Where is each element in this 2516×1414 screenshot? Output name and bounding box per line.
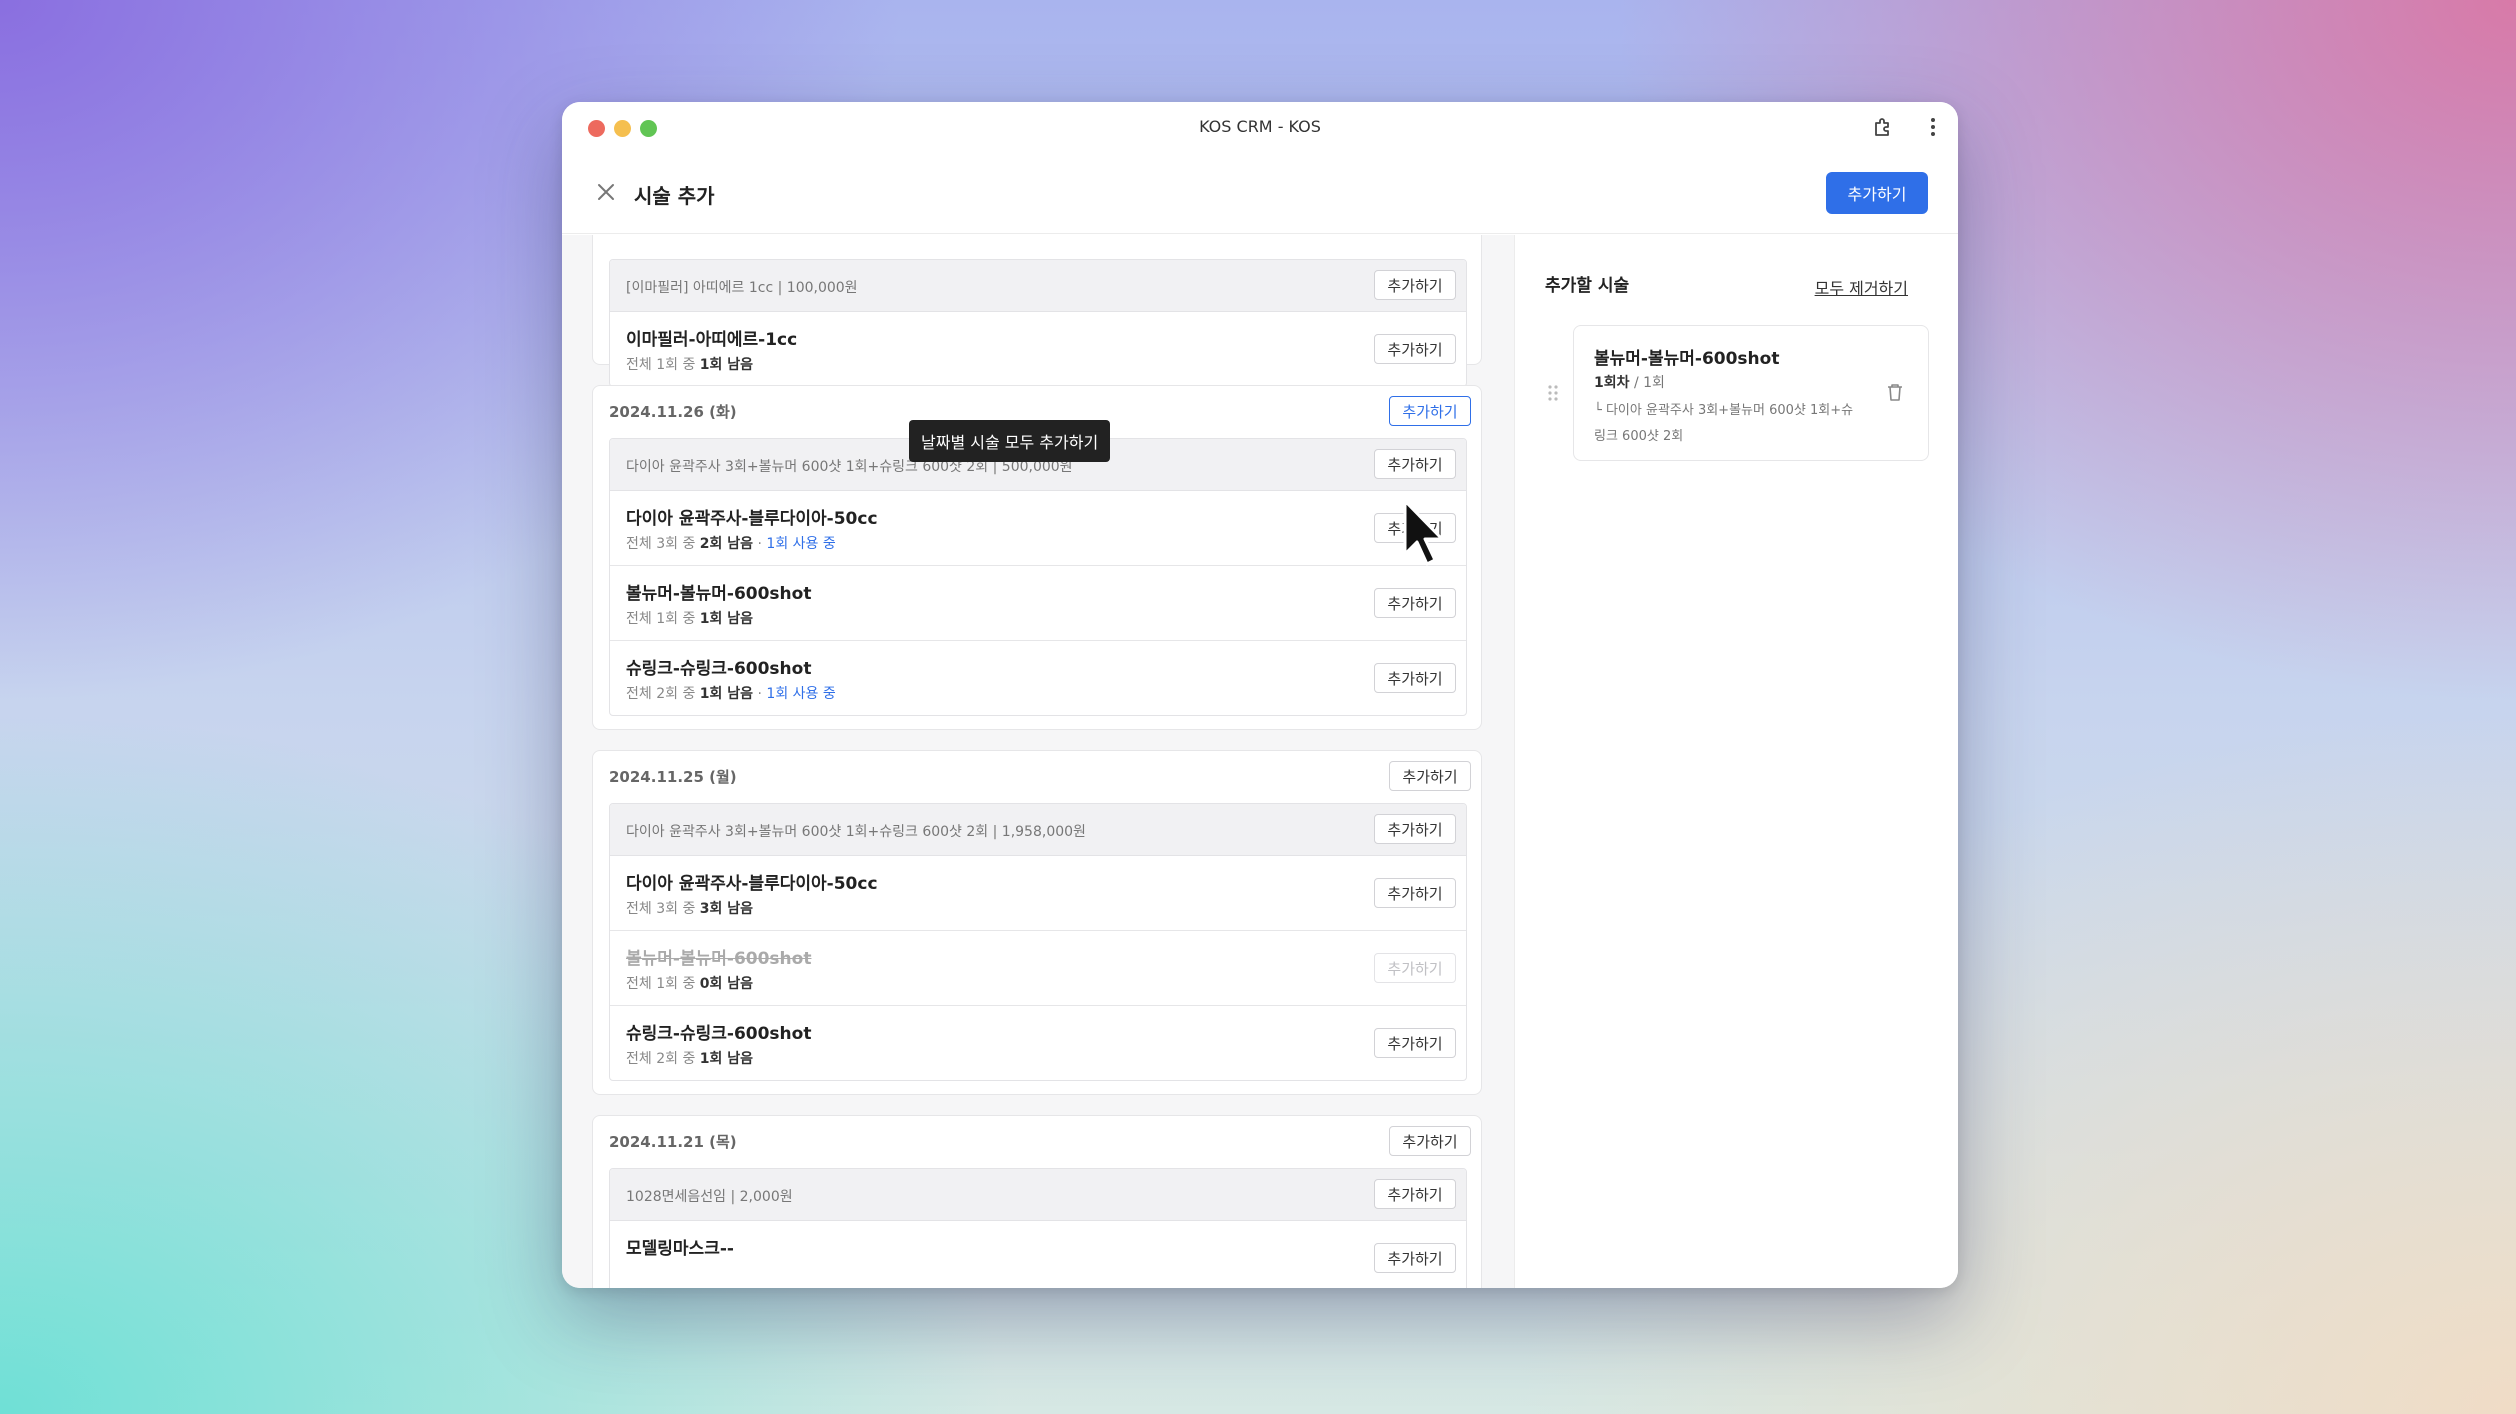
- add-package-button[interactable]: 추가하기: [1374, 1179, 1456, 1209]
- list-item-exhausted: 볼뉴머-볼뉴머-600shot 전체 1회 중 0회 남음 추가하기: [610, 931, 1466, 1006]
- date-label: 2024.11.26 (화): [609, 403, 737, 421]
- date-label: 2024.11.25 (월): [609, 768, 737, 786]
- list-item: 모델링마스크-- 추가하기: [610, 1221, 1466, 1288]
- package-group: 1028면세음선임 | 2,000원 추가하기 모델링마스크-- 추가하기: [609, 1168, 1467, 1288]
- item-name: 다이아 윤곽주사-블루다이아-50cc: [626, 509, 878, 529]
- add-item-button[interactable]: 추가하기: [1374, 663, 1456, 693]
- extension-icon[interactable]: [1870, 114, 1896, 140]
- add-item-button[interactable]: 추가하기: [1374, 878, 1456, 908]
- date-card: [이마필러] 아띠에르 1cc | 100,000원 추가하기 이마필러-아띠에…: [592, 235, 1482, 387]
- list-item: 다이아 윤곽주사-블루다이아-50cc 전체 3회 중 2회 남음 · 1회 사…: [610, 491, 1466, 566]
- package-group: [이마필러] 아띠에르 1cc | 100,000원 추가하기 이마필러-아띠에…: [609, 259, 1467, 387]
- date-card: 2024.11.25 (월) 추가하기 다이아 윤곽주사 3회+볼뉴머 600샷…: [592, 750, 1482, 1095]
- package-row: [이마필러] 아띠에르 1cc | 100,000원 추가하기: [610, 260, 1466, 312]
- item-count: 전체 1회 중 1회 남음: [626, 357, 754, 373]
- package-label: 1028면세음선임 | 2,000원: [626, 1189, 793, 1205]
- selected-procedure-name: 볼뉴머-볼뉴머-600shot: [1594, 349, 1780, 369]
- package-group: 다이아 윤곽주사 3회+볼뉴머 600샷 1회+슈링크 600샷 2회 | 50…: [609, 438, 1467, 716]
- item-count: 전체 3회 중 3회 남음: [626, 901, 754, 917]
- package-label: 다이아 윤곽주사 3회+볼뉴머 600샷 1회+슈링크 600샷 2회 | 1,…: [626, 824, 1086, 840]
- selected-procedure-card: 볼뉴머-볼뉴머-600shot 1회차 / 1회 └ 다이아 윤곽주사 3회+볼…: [1573, 325, 1929, 461]
- add-date-all-button[interactable]: 추가하기: [1389, 396, 1471, 426]
- add-item-button[interactable]: 추가하기: [1374, 1243, 1456, 1273]
- item-name: 다이아 윤곽주사-블루다이아-50cc: [626, 874, 878, 894]
- item-count: 전체 2회 중 1회 남음: [626, 1051, 754, 1067]
- add-date-all-button[interactable]: 추가하기: [1389, 761, 1471, 791]
- package-row: 다이아 윤곽주사 3회+볼뉴머 600샷 1회+슈링크 600샷 2회 | 1,…: [610, 804, 1466, 856]
- add-item-button-disabled: 추가하기: [1374, 953, 1456, 983]
- list-item: 슈링크-슈링크-600shot 전체 2회 중 1회 남음 추가하기: [610, 1006, 1466, 1080]
- add-package-button[interactable]: 추가하기: [1374, 449, 1456, 479]
- item-name: 볼뉴머-볼뉴머-600shot: [626, 584, 812, 604]
- list-item: 슈링크-슈링크-600shot 전체 2회 중 1회 남음 · 1회 사용 중 …: [610, 641, 1466, 715]
- add-date-all-button[interactable]: 추가하기: [1389, 1126, 1471, 1156]
- package-group: 다이아 윤곽주사 3회+볼뉴머 600샷 1회+슈링크 600샷 2회 | 1,…: [609, 803, 1467, 1081]
- list-item: 볼뉴머-볼뉴머-600shot 전체 1회 중 1회 남음 추가하기: [610, 566, 1466, 641]
- item-name: 모델링마스크--: [626, 1239, 734, 1259]
- add-procedures-button[interactable]: 추가하기: [1826, 172, 1928, 214]
- date-label: 2024.11.21 (목): [609, 1133, 737, 1151]
- add-item-button[interactable]: 추가하기: [1374, 334, 1456, 364]
- add-package-button[interactable]: 추가하기: [1374, 270, 1456, 300]
- item-name: 이마필러-아띠에르-1cc: [626, 330, 798, 350]
- item-count: 전체 2회 중 1회 남음 · 1회 사용 중: [626, 686, 836, 702]
- selected-package: └ 다이아 윤곽주사 3회+볼뉴머 600샷 1회+슈링크 600샷 2회: [1594, 403, 1854, 444]
- title-bar: KOS CRM - KOS: [562, 102, 1958, 154]
- package-label: [이마필러] 아띠에르 1cc | 100,000원: [626, 280, 858, 296]
- item-name: 볼뉴머-볼뉴머-600shot: [626, 949, 812, 969]
- selected-title: 추가할 시술: [1545, 276, 1630, 296]
- remove-all-link[interactable]: 모두 제거하기: [1815, 275, 1908, 299]
- selected-round: 1회차 / 1회: [1594, 375, 1665, 391]
- trash-icon[interactable]: [1886, 382, 1904, 402]
- close-icon[interactable]: [594, 180, 618, 204]
- page-header: 시술 추가 추가하기: [562, 154, 1958, 234]
- item-count: 전체 1회 중 0회 남음: [626, 976, 754, 992]
- item-name: 슈링크-슈링크-600shot: [626, 659, 812, 679]
- item-count: 전체 3회 중 2회 남음 · 1회 사용 중: [626, 536, 836, 552]
- app-window: KOS CRM - KOS 시술 추가 추가하기 [이마필러] 아띠에르 1cc…: [562, 102, 1958, 1288]
- procedure-list-panel[interactable]: [이마필러] 아띠에르 1cc | 100,000원 추가하기 이마필러-아띠에…: [562, 235, 1514, 1288]
- selected-procedures-panel: 추가할 시술 모두 제거하기 볼뉴머-볼뉴머-600shot 1회차 / 1회 …: [1514, 235, 1958, 1288]
- item-count: 전체 1회 중 1회 남음: [626, 611, 754, 627]
- date-card: 2024.11.21 (목) 추가하기 1028면세음선임 | 2,000원 추…: [592, 1115, 1482, 1288]
- add-item-button[interactable]: 추가하기: [1374, 1028, 1456, 1058]
- list-item: 다이아 윤곽주사-블루다이아-50cc 전체 3회 중 3회 남음 추가하기: [610, 856, 1466, 931]
- window-title: KOS CRM - KOS: [1199, 117, 1321, 136]
- cursor-icon: [1402, 498, 1448, 572]
- package-row: 1028면세음선임 | 2,000원 추가하기: [610, 1169, 1466, 1221]
- add-item-button[interactable]: 추가하기: [1374, 588, 1456, 618]
- tooltip: 날짜별 시술 모두 추가하기: [909, 420, 1111, 462]
- page-title: 시술 추가: [634, 184, 715, 208]
- add-package-button[interactable]: 추가하기: [1374, 814, 1456, 844]
- item-name: 슈링크-슈링크-600shot: [626, 1024, 812, 1044]
- list-item: 이마필러-아띠에르-1cc 전체 1회 중 1회 남음 추가하기: [610, 312, 1466, 386]
- drag-handle-icon[interactable]: [1547, 383, 1559, 403]
- more-vertical-icon[interactable]: [1920, 114, 1946, 140]
